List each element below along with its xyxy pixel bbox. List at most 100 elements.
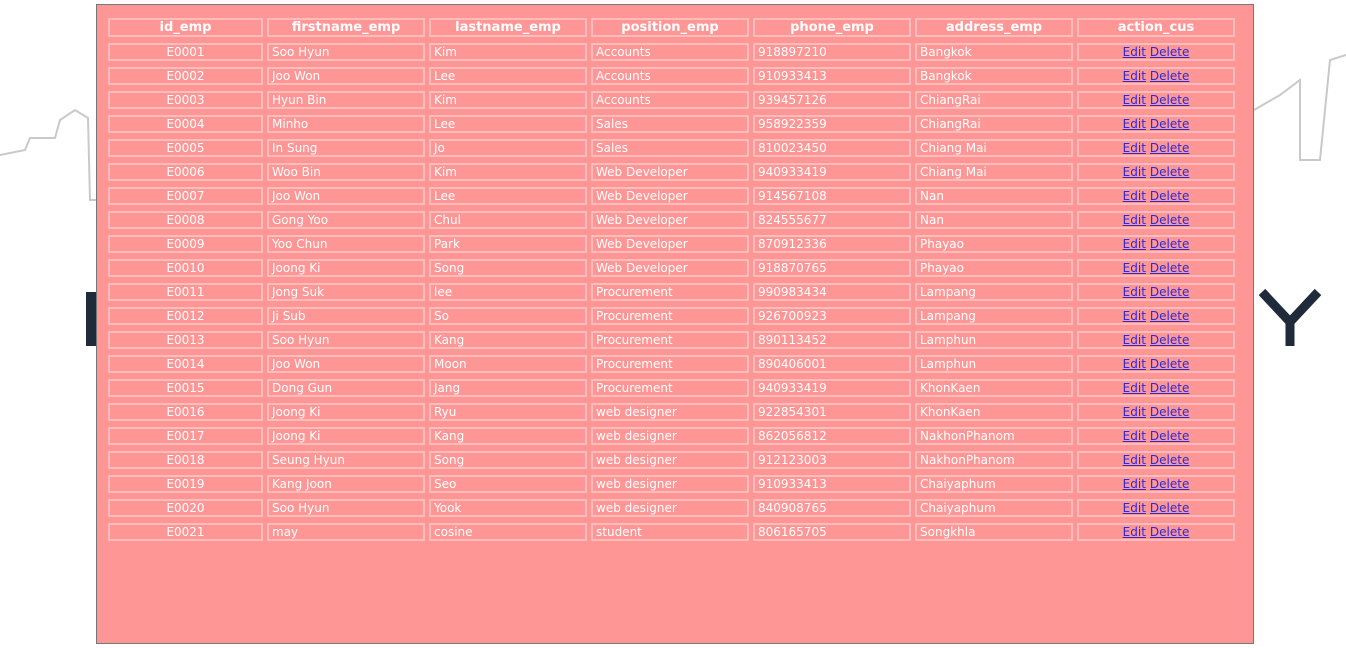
delete-link[interactable]: Delete (1150, 237, 1189, 251)
table-row: E0001 Soo Hyun Kim Accounts 918897210 Bangkok… (108, 43, 1235, 61)
delete-link[interactable]: Delete (1150, 429, 1189, 443)
table-body: E0001 Soo Hyun Kim Accounts 918897210 Bangkok… (108, 43, 1235, 541)
delete-link[interactable]: Delete (1150, 405, 1189, 419)
delete-link[interactable]: Delete (1150, 501, 1189, 515)
delete-link[interactable]: Delete (1150, 117, 1189, 131)
delete-link[interactable]: Delete (1150, 45, 1189, 59)
edit-link[interactable]: Edit (1123, 477, 1146, 491)
cell-id: E0014 (108, 355, 263, 373)
delete-link[interactable]: Delete (1150, 285, 1189, 299)
cell-address: Chaiyaphum (915, 475, 1073, 493)
edit-link[interactable]: Edit (1123, 405, 1146, 419)
cell-id: E0002 (108, 67, 263, 85)
delete-link[interactable]: Delete (1150, 141, 1189, 155)
cell-actions: Edit Delete (1077, 235, 1235, 253)
cell-id: E0015 (108, 379, 263, 397)
edit-link[interactable]: Edit (1123, 381, 1146, 395)
cell-address: KhonKaen (915, 403, 1073, 421)
cell-position: Accounts (591, 91, 749, 109)
cell-firstname: Joong Ki (267, 427, 425, 445)
edit-link[interactable]: Edit (1123, 501, 1146, 515)
cell-actions: Edit Delete (1077, 163, 1235, 181)
cell-id: E0001 (108, 43, 263, 61)
cell-phone: 810023450 (753, 139, 911, 157)
edit-link[interactable]: Edit (1123, 357, 1146, 371)
cell-lastname: Yook (429, 499, 587, 517)
table-row: E0014 Joo Won Moon Procurement 890406001 Lamp… (108, 355, 1235, 373)
cell-lastname: Ryu (429, 403, 587, 421)
delete-link[interactable]: Delete (1150, 261, 1189, 275)
edit-link[interactable]: Edit (1123, 237, 1146, 251)
table-header-row: id_emp firstname_emp lastname_emp position_… (108, 18, 1235, 37)
delete-link[interactable]: Delete (1150, 165, 1189, 179)
delete-link[interactable]: Delete (1150, 453, 1189, 467)
cell-address: Lamphun (915, 331, 1073, 349)
edit-link[interactable]: Edit (1123, 333, 1146, 347)
edit-link[interactable]: Edit (1123, 141, 1146, 155)
edit-link[interactable]: Edit (1123, 429, 1146, 443)
cell-firstname: Soo Hyun (267, 499, 425, 517)
table-row: E0017 Joong Ki Kang web designer 862056812 Na… (108, 427, 1235, 445)
edit-link[interactable]: Edit (1123, 309, 1146, 323)
employee-table-panel: id_emp firstname_emp lastname_emp position_… (96, 4, 1254, 644)
table-row: E0011 Jong Suk lee Procurement 990983434 Lamp… (108, 283, 1235, 301)
edit-link[interactable]: Edit (1123, 261, 1146, 275)
cell-lastname: cosine (429, 523, 587, 541)
cell-actions: Edit Delete (1077, 523, 1235, 541)
cell-lastname: Lee (429, 187, 587, 205)
cell-actions: Edit Delete (1077, 427, 1235, 445)
cell-lastname: Kang (429, 331, 587, 349)
cell-firstname: Joong Ki (267, 259, 425, 277)
table-row: E0004 Minho Lee Sales 958922359 ChiangRai Edit… (108, 115, 1235, 133)
edit-link[interactable]: Edit (1123, 69, 1146, 83)
cell-firstname: Dong Gun (267, 379, 425, 397)
cell-phone: 890113452 (753, 331, 911, 349)
column-header-action_cus: action_cus (1077, 18, 1235, 37)
delete-link[interactable]: Delete (1150, 69, 1189, 83)
edit-link[interactable]: Edit (1123, 213, 1146, 227)
cell-actions: Edit Delete (1077, 67, 1235, 85)
delete-link[interactable]: Delete (1150, 309, 1189, 323)
cell-id: E0008 (108, 211, 263, 229)
edit-link[interactable]: Edit (1123, 189, 1146, 203)
cell-address: Lampang (915, 307, 1073, 325)
cell-address: KhonKaen (915, 379, 1073, 397)
edit-link[interactable]: Edit (1123, 117, 1146, 131)
cell-phone: 862056812 (753, 427, 911, 445)
delete-link[interactable]: Delete (1150, 93, 1189, 107)
delete-link[interactable]: Delete (1150, 381, 1189, 395)
edit-link[interactable]: Edit (1123, 165, 1146, 179)
edit-link[interactable]: Edit (1123, 285, 1146, 299)
delete-link[interactable]: Delete (1150, 333, 1189, 347)
cell-position: Accounts (591, 67, 749, 85)
table-row: E0015 Dong Gun Jang Procurement 940933419 Kho… (108, 379, 1235, 397)
cell-phone: 910933413 (753, 67, 911, 85)
cell-id: E0020 (108, 499, 263, 517)
cell-id: E0012 (108, 307, 263, 325)
cell-position: web designer (591, 451, 749, 469)
delete-link[interactable]: Delete (1150, 357, 1189, 371)
cell-lastname: Song (429, 259, 587, 277)
delete-link[interactable]: Delete (1150, 213, 1189, 227)
delete-link[interactable]: Delete (1150, 189, 1189, 203)
edit-link[interactable]: Edit (1123, 93, 1146, 107)
cell-lastname: Kim (429, 91, 587, 109)
delete-link[interactable]: Delete (1150, 477, 1189, 491)
cell-actions: Edit Delete (1077, 187, 1235, 205)
table-row: E0003 Hyun Bin Kim Accounts 939457126 ChiangR… (108, 91, 1235, 109)
edit-link[interactable]: Edit (1123, 453, 1146, 467)
cell-phone: 940933419 (753, 163, 911, 181)
delete-link[interactable]: Delete (1150, 525, 1189, 539)
table-row: E0009 Yoo Chun Park Web Developer 870912336 P… (108, 235, 1235, 253)
edit-link[interactable]: Edit (1123, 525, 1146, 539)
employee-table: id_emp firstname_emp lastname_emp position_… (104, 12, 1239, 547)
cell-address: Songkhla (915, 523, 1073, 541)
edit-link[interactable]: Edit (1123, 45, 1146, 59)
cell-actions: Edit Delete (1077, 379, 1235, 397)
cell-phone: 806165705 (753, 523, 911, 541)
cell-id: E0019 (108, 475, 263, 493)
cell-phone: 910933413 (753, 475, 911, 493)
column-header-phone_emp: phone_emp (753, 18, 911, 37)
cell-address: ChiangRai (915, 115, 1073, 133)
cell-position: Sales (591, 139, 749, 157)
